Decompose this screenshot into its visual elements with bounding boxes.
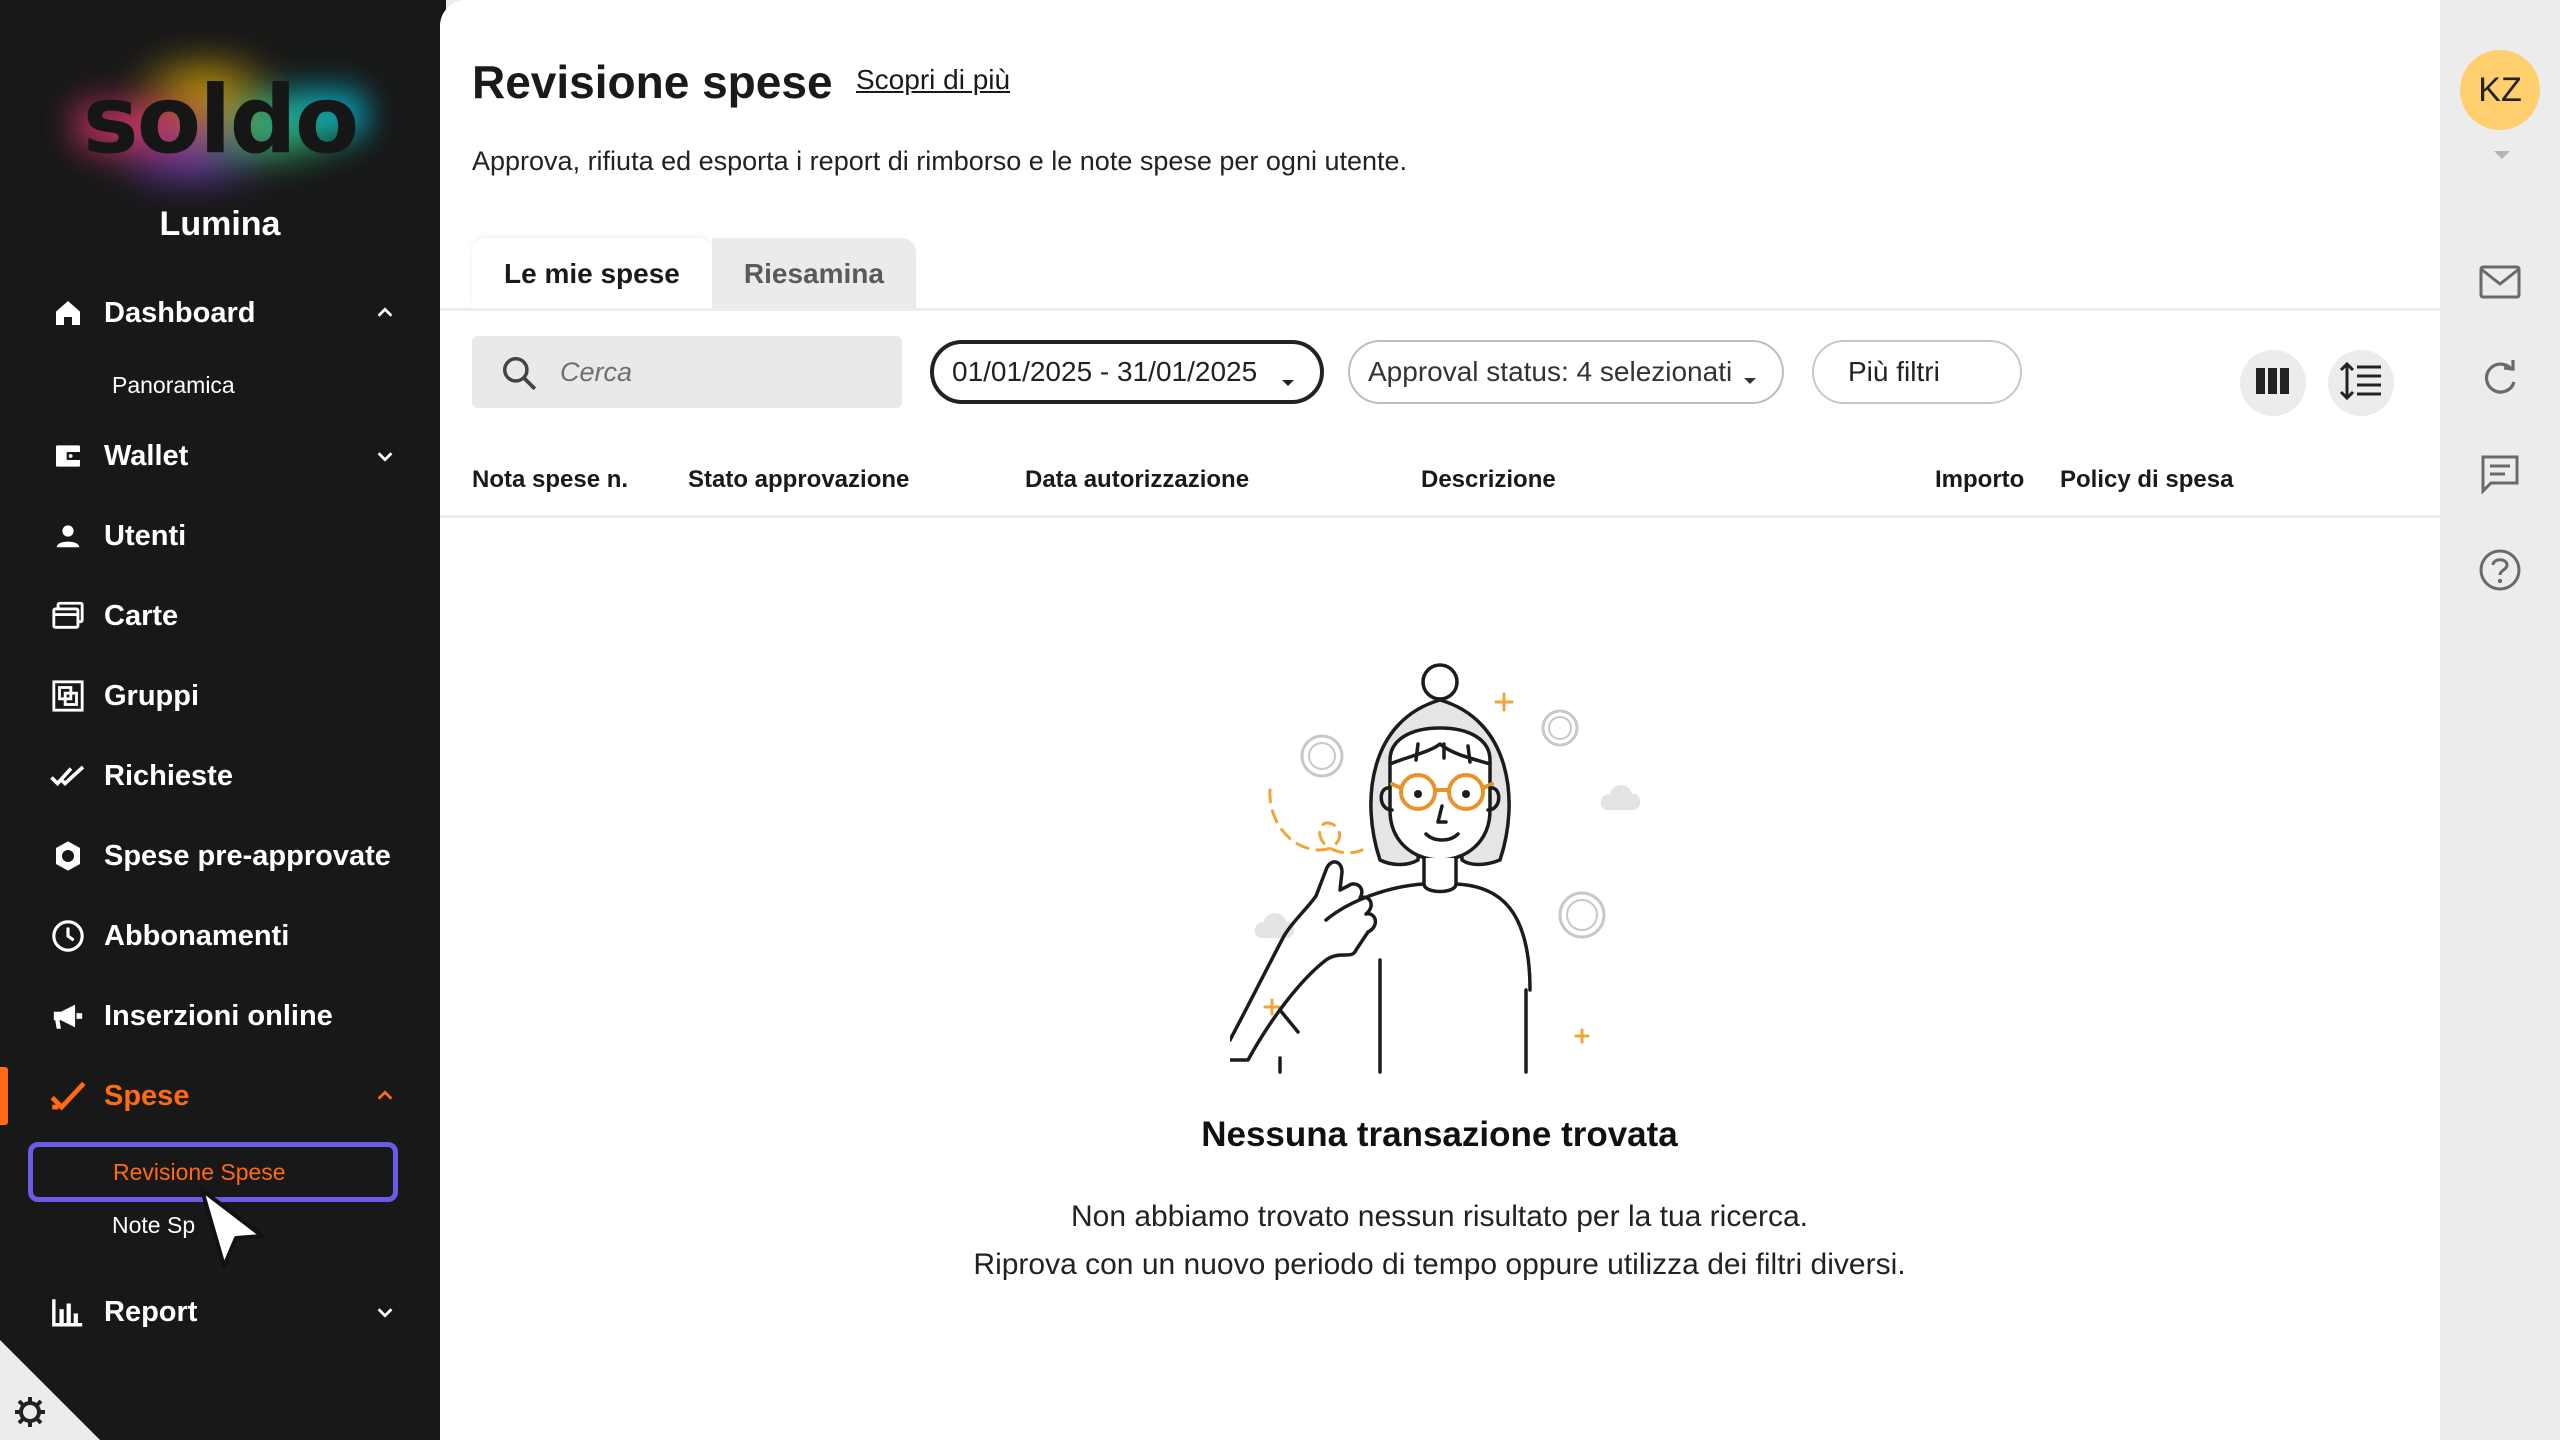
refresh-icon (2480, 358, 2520, 403)
sidebar-item-label: Utenti (104, 519, 187, 552)
search-input[interactable] (560, 336, 880, 408)
sidebar-item-richieste[interactable]: Richieste (0, 741, 440, 811)
wallet-icon (48, 436, 88, 476)
caret-down-icon (1280, 366, 1296, 386)
sidebar-item-gruppi[interactable]: Gruppi (0, 661, 440, 731)
avatar[interactable]: KZ (2460, 50, 2540, 130)
approval-status-value: Approval status: 4 selezionati (1368, 356, 1733, 387)
density-button[interactable] (2328, 350, 2394, 416)
double-check-icon (48, 756, 88, 796)
empty-state-message: Non abbiamo trovato nessun risultato per… (1070, 1200, 1809, 1233)
tab-divider (440, 308, 2440, 311)
sidebar-item-utenti[interactable]: Utenti (0, 501, 440, 571)
tab-bar: Le mie spese Riesamina (472, 238, 916, 310)
sidebar-item-label: Carte (104, 599, 179, 632)
sidebar-item-label: Spese (104, 1079, 190, 1112)
sidebar-item-carte[interactable]: Carte (0, 581, 440, 651)
sidebar-item-label: Inserzioni online (104, 999, 333, 1032)
column-header[interactable]: Data autorizzazione (1025, 466, 1249, 494)
clock-icon (48, 916, 88, 956)
sidebar-item-abbonamenti[interactable]: Abbonamenti (0, 901, 440, 971)
tab-le-mie-spese[interactable]: Le mie spese (472, 238, 712, 310)
chevron-up-icon (370, 1081, 400, 1111)
sidebar-item-inserzioni[interactable]: Inserzioni online (0, 981, 440, 1051)
sidebar-subitem-note-spese[interactable]: Note Sp (112, 1212, 195, 1239)
caret-down-icon[interactable] (2492, 148, 2512, 162)
chevron-down-icon (370, 441, 400, 471)
sidebar-item-wallet[interactable]: Wallet (0, 421, 440, 491)
checkmark-icon (48, 1076, 88, 1116)
page-subtitle: Approva, rifiuta ed esporta i report di … (472, 146, 1408, 176)
sidebar-item-spese-preapprovate[interactable]: Spese pre-approvate (0, 821, 440, 891)
date-range-value: 01/01/2025 - 31/01/2025 (952, 356, 1258, 387)
learn-more-link[interactable]: Scopri di più (856, 64, 1010, 96)
column-header[interactable]: Policy di spesa (2060, 466, 2233, 494)
mouse-pointer-icon (200, 1188, 264, 1268)
logo-text: soldo (82, 65, 360, 175)
sidebar-item-label: Report (104, 1295, 198, 1328)
empty-state-message: Riprova con un nuovo periodo di tempo op… (973, 1248, 1906, 1281)
sidebar-item-label: Wallet (104, 439, 189, 472)
tab-riesamina[interactable]: Riesamina (711, 238, 916, 310)
chevron-up-icon (370, 298, 400, 328)
search-icon (500, 354, 538, 392)
sidebar-item-label: Spese pre-approvate (104, 839, 391, 872)
main-content: Revisione spese Scopri di più Approva, r… (440, 0, 2440, 1440)
column-header[interactable]: Importo (1935, 466, 2024, 494)
user-icon (48, 516, 88, 556)
home-icon (48, 293, 88, 333)
sidebar-item-label: Dashboard (104, 296, 256, 329)
sidebar-item-label: Abbonamenti (104, 919, 290, 952)
sidebar-item-label: Richieste (104, 759, 233, 792)
column-header[interactable]: Descrizione (1421, 466, 1556, 494)
refresh-button[interactable] (2474, 354, 2526, 406)
columns-icon (2255, 366, 2291, 401)
sidebar-item-report[interactable]: Report (0, 1277, 440, 1347)
mail-icon (2478, 264, 2522, 305)
caret-down-icon (1742, 364, 1758, 384)
chat-button[interactable] (2474, 450, 2526, 502)
help-icon (2478, 548, 2522, 597)
columns-button[interactable] (2240, 350, 2306, 416)
bar-chart-icon (48, 1292, 88, 1332)
right-rail: KZ (2440, 0, 2560, 1440)
sidebar-item-dashboard[interactable]: Dashboard (0, 278, 440, 348)
sidebar-item-label: Gruppi (104, 679, 200, 712)
groups-icon (48, 676, 88, 716)
cards-icon (48, 596, 88, 636)
company-name: Lumina (159, 205, 281, 243)
megaphone-icon (48, 996, 88, 1036)
settings-button[interactable] (0, 1340, 100, 1440)
chat-icon (2479, 453, 2521, 500)
column-header[interactable]: Nota spese n. (472, 466, 628, 494)
empty-state-illustration (1230, 663, 1641, 1074)
empty-state-title: Nessuna transazione trovata (1201, 1115, 1678, 1154)
page-title: Revisione spese (472, 56, 833, 108)
search-box[interactable] (472, 336, 902, 408)
help-button[interactable] (2474, 546, 2526, 598)
mail-button[interactable] (2474, 258, 2526, 310)
date-range-picker[interactable]: 01/01/2025 - 31/01/2025 (930, 340, 1324, 404)
shield-check-icon (48, 836, 88, 876)
sidebar-item-spese[interactable]: Spese (0, 1061, 440, 1131)
soldo-logo: soldo (70, 50, 370, 190)
more-filters-button[interactable]: Più filtri (1812, 340, 2022, 404)
line-spacing-icon (2339, 361, 2383, 406)
column-header[interactable]: Stato approvazione (688, 466, 909, 494)
table-header: Nota spese n. Stato approvazione Data au… (440, 460, 2440, 518)
sidebar-subitem-panoramica[interactable]: Panoramica (112, 372, 235, 399)
approval-status-filter[interactable]: Approval status: 4 selezionati (1348, 340, 1784, 404)
chevron-down-icon (370, 1297, 400, 1327)
